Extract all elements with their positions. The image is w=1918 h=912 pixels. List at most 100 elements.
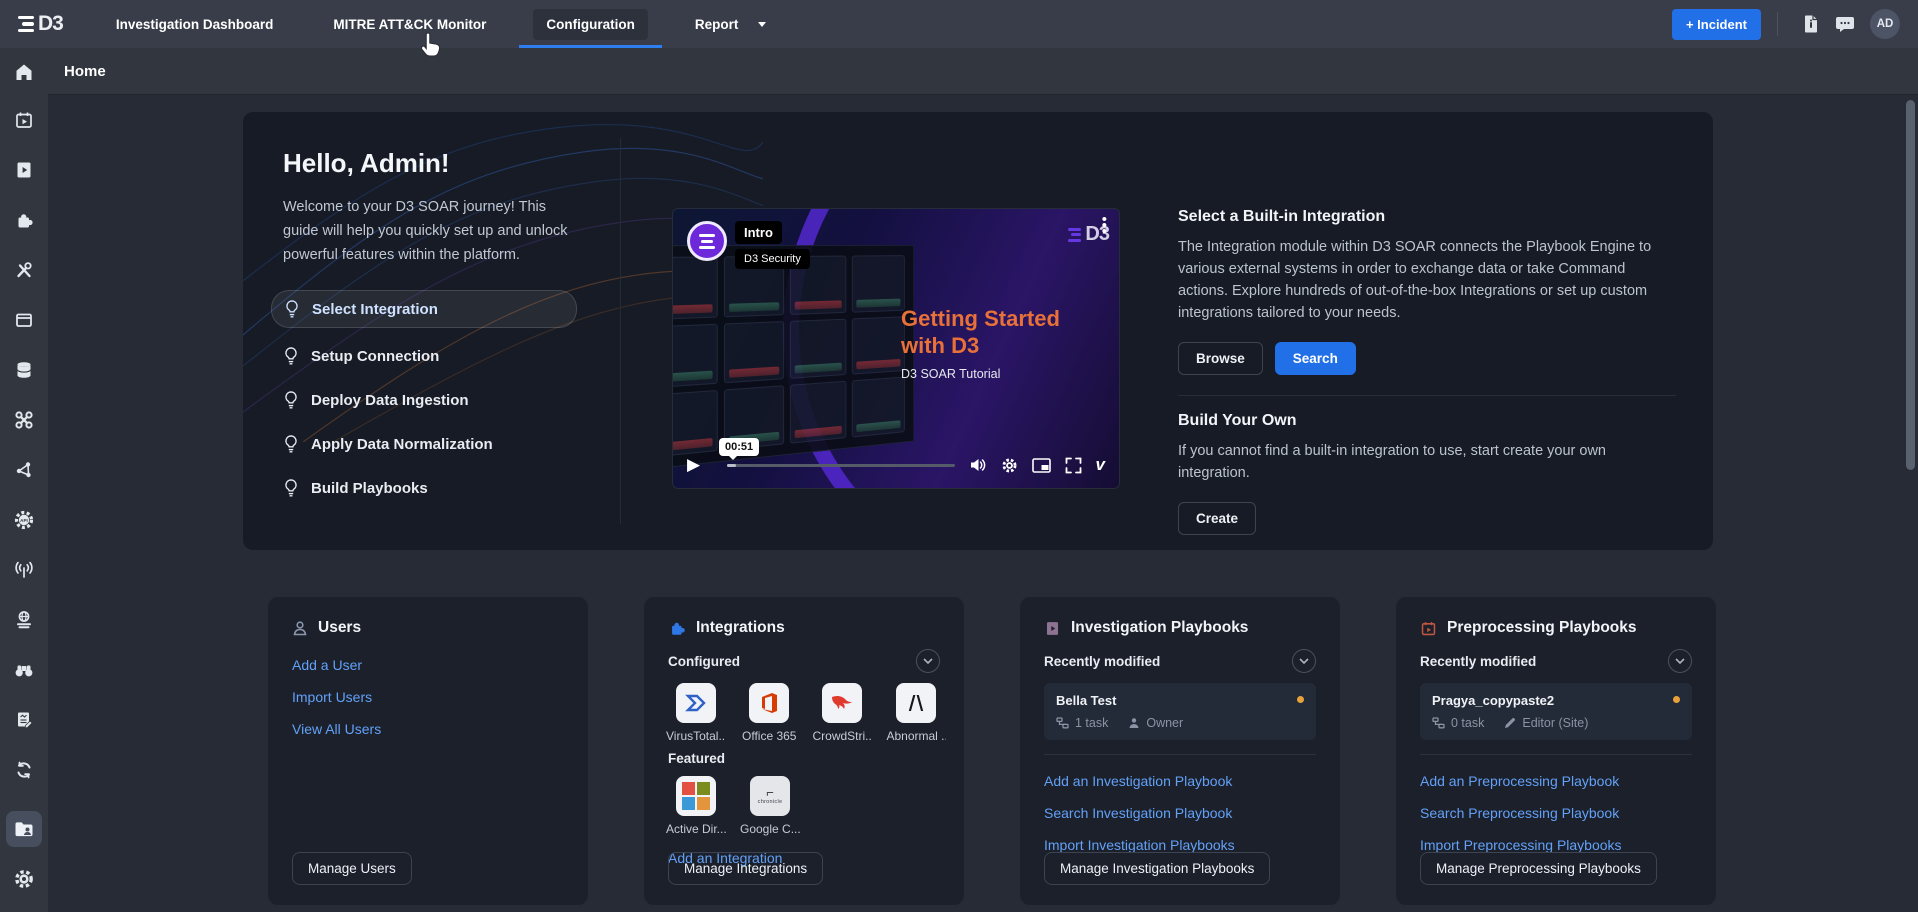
browse-button[interactable]: Browse [1178,342,1263,375]
add-preprocessing-playbook-link[interactable]: Add an Preprocessing Playbook [1420,765,1692,797]
integration-office365[interactable]: Office 365 [742,683,796,743]
recently-modified-label: Recently modified [1044,654,1160,669]
card-title: Investigation Playbooks [1071,619,1248,637]
step-setup-connection[interactable]: Setup Connection [271,334,577,378]
video-channel-avatar[interactable] [687,221,727,261]
step-deploy-data-ingestion[interactable]: Deploy Data Ingestion [271,378,577,422]
nav-divider [1777,12,1778,36]
integration-google-chronicle[interactable]: ⌐ chronicle Google C... [742,776,798,836]
search-button[interactable]: Search [1275,342,1356,375]
create-button[interactable]: Create [1178,502,1256,535]
calendar-play-icon [6,102,42,138]
integration-crowdstrike[interactable]: CrowdStri... [814,683,870,743]
sidebar-item-data-flow[interactable] [0,445,48,495]
folder-user-icon [6,811,42,847]
section-divider [1178,395,1676,396]
playbook-item[interactable]: Pragya_copypaste2 0 task Editor (Site) [1420,683,1692,740]
sidebar-item-geo-settings[interactable] [0,595,48,645]
collapse-chevron-icon[interactable] [1668,649,1692,673]
welcome-intro: Hello, Admin! Welcome to your D3 SOAR jo… [283,148,583,267]
manage-investigation-playbooks-button[interactable]: Manage Investigation Playbooks [1044,852,1270,885]
picture-in-picture-icon[interactable] [1032,458,1051,473]
video-menu-icon[interactable]: ••• [1102,217,1107,235]
sidebar-item-playbooks[interactable] [0,145,48,195]
manage-preprocessing-playbooks-button[interactable]: Manage Preprocessing Playbooks [1420,852,1657,885]
fullscreen-icon[interactable] [1065,457,1082,474]
sidebar-item-data-management[interactable] [0,345,48,395]
d3-soar-app: D3 Investigation Dashboard MITRE ATT&CK … [0,0,1918,912]
page-title: Home [64,63,106,80]
vimeo-logo-icon[interactable]: v [1096,455,1105,475]
add-investigation-playbook-link[interactable]: Add an Investigation Playbook [1044,765,1316,797]
welcome-panel: Hello, Admin! Welcome to your D3 SOAR jo… [243,112,1713,550]
import-users-link[interactable]: Import Users [292,681,564,713]
manage-users-button[interactable]: Manage Users [292,852,412,885]
sidebar-item-command-center[interactable] [0,395,48,445]
video-progress-bar[interactable] [727,464,955,467]
collapse-chevron-icon[interactable] [1292,649,1316,673]
avatar[interactable]: AD [1870,9,1900,39]
manage-integrations-button[interactable]: Manage Integrations [668,852,823,885]
step-select-integration[interactable]: Select Integration [271,290,577,328]
sidebar-item-report-editor[interactable] [0,695,48,745]
sidebar-item-home[interactable] [0,48,48,95]
sidebar-item-integrations[interactable] [0,195,48,245]
integration-abnormal[interactable]: Abnormal ... [888,683,944,743]
playbook-name: Pragya_copypaste2 [1432,693,1680,708]
home-icon [6,54,42,90]
add-incident-button[interactable]: + Incident [1672,9,1761,40]
nav-item-configuration[interactable]: Configuration [519,0,661,48]
sidebar-item-event-playbooks[interactable] [0,95,48,145]
sidebar-item-file-management[interactable] [0,804,48,854]
step-label: Build Playbooks [311,480,428,497]
nav-item-report[interactable]: Report [668,0,781,48]
playbook-item[interactable]: Bella Test 1 task Owner [1044,683,1316,740]
view-all-users-link[interactable]: View All Users [292,713,564,745]
sidebar-item-api-settings[interactable]: API [0,495,48,545]
task-icon [1432,717,1445,729]
navbar-right: + Incident AD [1672,7,1918,41]
chat-icon[interactable] [1828,7,1862,41]
welcome-title: Hello, Admin! [283,148,583,179]
collapse-chevron-icon[interactable] [916,649,940,673]
column-divider [620,138,621,524]
builtin-integration-section: Select a Built-in Integration The Integr… [1178,208,1676,535]
role-label: Owner [1146,716,1183,730]
vertical-scrollbar[interactable] [1906,100,1915,470]
search-preprocessing-playbook-link[interactable]: Search Preprocessing Playbook [1420,797,1692,829]
page-header: Home [48,48,1918,95]
sidebar-item-settings[interactable] [0,854,48,904]
video-author-badge[interactable]: D3 Security [735,249,810,269]
left-sidebar: API [0,48,48,912]
nav-item-mitre-attack-monitor[interactable]: MITRE ATT&CK Monitor [306,0,513,48]
sidebar-item-data-sync[interactable] [0,745,48,795]
welcome-description: Welcome to your D3 SOAR journey! This gu… [283,195,583,267]
sidebar-item-investigation-search[interactable] [0,645,48,695]
add-user-link[interactable]: Add a User [292,649,564,681]
task-icon [1056,717,1069,729]
users-links: Add a User Import Users View All Users [292,649,564,745]
integration-active-directory[interactable]: Active Dir... [668,776,724,836]
search-investigation-playbook-link[interactable]: Search Investigation Playbook [1044,797,1316,829]
sidebar-item-utility-commands[interactable] [0,245,48,295]
settings-gear-icon[interactable] [1001,457,1018,474]
video-title-badge[interactable]: Intro [735,221,782,244]
video-controls: ▶ v [673,442,1119,488]
tutorial-video-player[interactable]: D3 Intro D3 Security ••• Getting Started… [672,208,1120,489]
user-icon [292,620,308,637]
video-headline: Getting Started with D3 [901,305,1060,359]
d3-logo[interactable]: D3 [18,12,63,36]
step-apply-data-normalization[interactable]: Apply Data Normalization [271,422,577,466]
top-navbar: D3 Investigation Dashboard MITRE ATT&CK … [0,0,1918,48]
integration-virustotal[interactable]: VirusTotal... [668,683,724,743]
sidebar-item-data-ingestion[interactable] [0,545,48,595]
gear-icon [6,861,42,897]
nav-item-investigation-dashboard[interactable]: Investigation Dashboard [89,0,301,48]
volume-icon[interactable] [969,457,987,473]
builtin-integration-title: Select a Built-in Integration [1178,208,1676,226]
play-button[interactable]: ▶ [687,455,713,475]
step-label: Select Integration [312,301,438,318]
release-notes-icon[interactable] [1794,7,1828,41]
step-build-playbooks[interactable]: Build Playbooks [271,466,577,510]
sidebar-item-workspace[interactable] [0,295,48,345]
